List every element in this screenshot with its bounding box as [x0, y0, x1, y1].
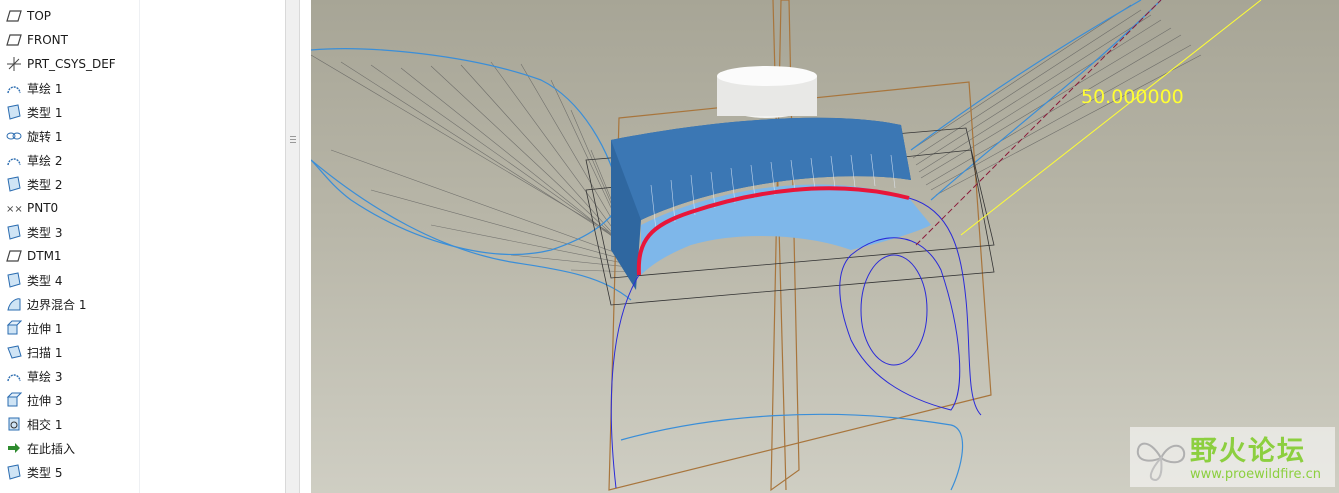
tree-item-label: 类型 4 [27, 273, 63, 288]
csys-icon [5, 55, 23, 73]
surface-icon [5, 463, 23, 481]
revolve-icon [5, 127, 23, 145]
surface-icon [5, 175, 23, 193]
tree-item[interactable]: 边界混合 1 [0, 292, 139, 316]
tree-item[interactable]: 相交 1 [0, 412, 139, 436]
model-tree: TOP FRONT PRT_CSYS_DEF 草绘 1 类型 1 旋转 1 草绘 2 类型 2… [0, 0, 285, 493]
surface-icon [5, 103, 23, 121]
tree-item-label: 草绘 1 [27, 81, 63, 96]
dimension-label[interactable]: 50.000000 [1081, 86, 1184, 108]
tree-item-label: FRONT [27, 33, 68, 47]
tree-item-label: 在此插入 [27, 441, 76, 456]
boundary-blend-icon [5, 295, 23, 313]
watermark-title: 野火论坛 [1190, 436, 1306, 467]
tree-item[interactable]: 草绘 2 [0, 148, 139, 172]
datum-plane-icon [5, 247, 23, 265]
surface-icon [5, 223, 23, 241]
tree-item-label: 类型 2 [27, 177, 63, 192]
intersect-icon [5, 415, 23, 433]
tree-item[interactable]: 类型 1 [0, 100, 139, 124]
splitter-grip-icon [290, 136, 296, 146]
surface-icon [5, 271, 23, 289]
tree-item-label: PNT0 [27, 201, 59, 215]
svg-text:××: ×× [6, 204, 22, 215]
sketch-icon [5, 367, 23, 385]
datum-point-icon: ×× [5, 199, 23, 217]
tree-item[interactable]: 草绘 1 [0, 76, 139, 100]
tree-item[interactable]: 拉伸 1 [0, 316, 139, 340]
tree-item-label: 边界混合 1 [27, 297, 87, 312]
tree-item[interactable]: DTM1 [0, 244, 139, 268]
tree-item[interactable]: 类型 3 [0, 220, 139, 244]
tree-item-label: DTM1 [27, 249, 62, 263]
tree-item[interactable]: 扫描 1 [0, 340, 139, 364]
sketch-icon [5, 79, 23, 97]
tree-item-label: 旋转 1 [27, 129, 63, 144]
tree-item-label: 类型 3 [27, 225, 63, 240]
tree-item[interactable]: ×× PNT0 [0, 196, 139, 220]
tree-item[interactable]: 类型 5 [0, 460, 139, 484]
datum-plane-icon [5, 31, 23, 49]
tree-item-label: 草绘 2 [27, 153, 63, 168]
tree-item-label: 类型 1 [27, 105, 63, 120]
tree-item-label: 扫描 1 [27, 345, 63, 360]
viewport-gutter [300, 0, 311, 493]
tree-item-label: 拉伸 3 [27, 393, 63, 408]
watermark: 野火论坛 www.proewildfire.cn [1130, 427, 1335, 487]
butterfly-logo-icon [1136, 442, 1186, 482]
tree-item-label: TOP [27, 9, 52, 23]
tree-item[interactable]: 在此插入 [0, 436, 139, 460]
insert-here-arrow-icon [5, 439, 23, 457]
tree-item[interactable]: FRONT [0, 28, 139, 52]
tree-item-label: 类型 5 [27, 465, 63, 480]
tree-item-label: 相交 1 [27, 417, 63, 432]
tree-item[interactable]: 类型 2 [0, 172, 139, 196]
tree-item[interactable]: PRT_CSYS_DEF [0, 52, 139, 76]
tree-item-label: 草绘 3 [27, 369, 63, 384]
tree-item-label: 拉伸 1 [27, 321, 63, 336]
sketch-icon [5, 151, 23, 169]
datum-plane-icon [5, 7, 23, 25]
model-geometry [311, 0, 1262, 492]
watermark-url: www.proewildfire.cn [1190, 467, 1321, 482]
tree-item[interactable]: 旋转 1 [0, 124, 139, 148]
sweep-icon [5, 343, 23, 361]
tree-item-label: PRT_CSYS_DEF [27, 57, 116, 71]
tree-item[interactable]: TOP [0, 4, 139, 28]
tree-item[interactable]: 类型 4 [0, 268, 139, 292]
tree-column-divider [139, 0, 140, 493]
tree-item[interactable]: 拉伸 3 [0, 388, 139, 412]
panel-splitter[interactable] [285, 0, 300, 493]
extrude-icon [5, 391, 23, 409]
graphics-viewport[interactable]: 50.000000 野火论坛 www.proewildfire.cn [311, 0, 1339, 493]
extrude-icon [5, 319, 23, 337]
tree-item[interactable]: 草绘 3 [0, 364, 139, 388]
